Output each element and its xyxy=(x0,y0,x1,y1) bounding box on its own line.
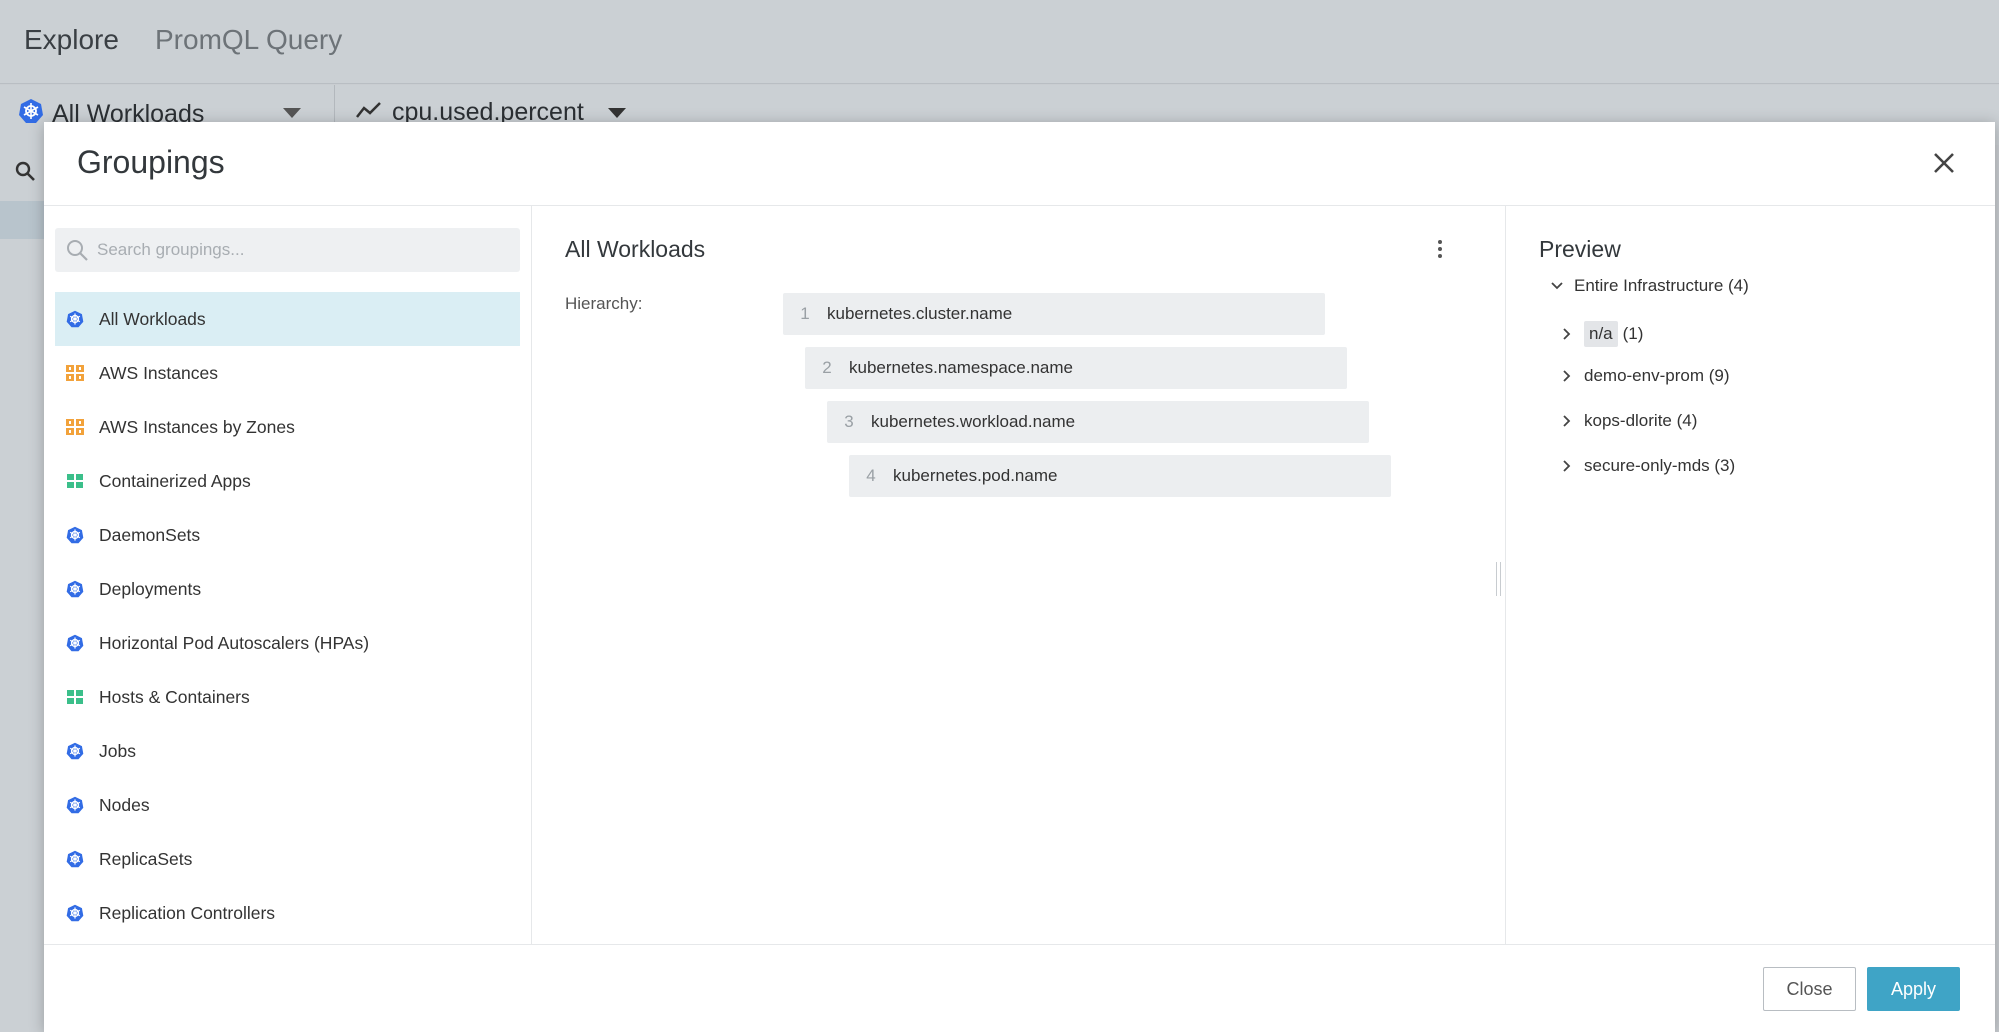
tree-node-label: Entire Infrastructure (4) xyxy=(1574,276,1749,295)
groupings-list-panel: All Workloads AWS Instances AWS Instances … xyxy=(44,206,532,944)
modal-header: Groupings xyxy=(44,122,1995,206)
container-icon xyxy=(65,687,85,707)
kubernetes-icon xyxy=(65,849,85,869)
kubernetes-icon xyxy=(65,525,85,545)
tree-node-child[interactable]: kops-dlorite (4) xyxy=(1560,411,1697,431)
kubernetes-icon xyxy=(65,903,85,923)
groupings-list: All Workloads AWS Instances AWS Instances … xyxy=(55,292,520,940)
grouping-item-label: Deployments xyxy=(99,578,202,599)
grouping-item-label: Nodes xyxy=(99,794,150,815)
kubernetes-icon xyxy=(65,309,85,329)
tab-explore[interactable]: Explore xyxy=(24,24,119,56)
grouping-item[interactable]: Deployments xyxy=(55,562,520,616)
apply-button[interactable]: Apply xyxy=(1867,967,1960,1011)
grouping-item[interactable]: Containerized Apps xyxy=(55,454,520,508)
preview-panel: Preview Entire Infrastructure (4) n/a (1)… xyxy=(1506,206,1995,944)
chevron-right-icon xyxy=(1560,369,1574,383)
preview-title: Preview xyxy=(1539,236,1621,262)
groupings-modal: Groupings All Workloads AWS Instances AWS … xyxy=(44,122,1995,1032)
grouping-item[interactable]: Jobs xyxy=(55,724,520,778)
search-groupings[interactable] xyxy=(55,228,520,272)
panel-resize-handle[interactable] xyxy=(1496,562,1501,596)
modal-title: Groupings xyxy=(77,144,225,180)
tree-node-child[interactable]: secure-only-mds (3) xyxy=(1560,456,1735,476)
kubernetes-icon xyxy=(65,579,85,599)
tree-node-child[interactable]: demo-env-prom (9) xyxy=(1560,366,1730,386)
chevron-down-icon xyxy=(1550,279,1564,293)
grouping-item-label: AWS Instances xyxy=(99,362,218,383)
grouping-item-label: All Workloads xyxy=(99,308,206,329)
grouping-item-label: Containerized Apps xyxy=(99,470,251,491)
close-icon[interactable] xyxy=(1931,150,1957,176)
hierarchy-label-text: kubernetes.cluster.name xyxy=(827,304,1013,323)
hierarchy-label-text: kubernetes.pod.name xyxy=(893,466,1058,485)
tree-node-count: (1) xyxy=(1622,324,1644,343)
search-input[interactable] xyxy=(97,240,497,260)
tree-node-root[interactable]: Entire Infrastructure (4) xyxy=(1550,276,1749,296)
chevron-down-icon[interactable] xyxy=(607,107,626,118)
aws-icon xyxy=(65,417,85,437)
more-options-icon[interactable] xyxy=(1435,240,1445,262)
grouping-item-label: DaemonSets xyxy=(99,524,201,545)
grouping-item-label: AWS Instances by Zones xyxy=(99,416,295,437)
app-top-bar: Explore PromQL Query xyxy=(0,0,1999,84)
grouping-item[interactable]: Nodes xyxy=(55,778,520,832)
left-rail-selected xyxy=(0,201,44,239)
close-button[interactable]: Close xyxy=(1763,967,1856,1011)
grouping-item[interactable]: Replication Controllers xyxy=(55,886,520,940)
kubernetes-icon xyxy=(65,795,85,815)
chevron-right-icon xyxy=(1560,414,1574,428)
hierarchy-number: 4 xyxy=(866,466,876,485)
hierarchy-item[interactable]: 3 kubernetes.workload.name xyxy=(827,401,1369,443)
grouping-item-label: Replication Controllers xyxy=(99,902,276,923)
tree-node-label: secure-only-mds (3) xyxy=(1584,456,1736,475)
kubernetes-icon xyxy=(18,98,44,131)
grouping-item[interactable]: AWS Instances by Zones xyxy=(55,400,520,454)
tree-node-label: demo-env-prom (9) xyxy=(1584,366,1730,385)
kubernetes-icon xyxy=(65,633,85,653)
modal-footer: Close Apply xyxy=(44,944,1995,1032)
chevron-right-icon xyxy=(1560,459,1574,473)
hierarchy-number: 2 xyxy=(822,358,832,377)
grouping-item[interactable]: AWS Instances xyxy=(55,346,520,400)
container-icon xyxy=(65,471,85,491)
hierarchy-item[interactable]: 2 kubernetes.namespace.name xyxy=(805,347,1347,389)
hierarchy-number: 3 xyxy=(844,412,854,431)
grouping-item-label: Jobs xyxy=(99,740,136,761)
detail-title: All Workloads xyxy=(565,236,706,262)
hierarchy-label-text: kubernetes.workload.name xyxy=(871,412,1076,431)
hierarchy-number: 1 xyxy=(800,304,810,323)
grouping-item[interactable]: All Workloads xyxy=(55,292,520,346)
grouping-item-label: ReplicaSets xyxy=(99,848,193,869)
kubernetes-icon xyxy=(65,741,85,761)
grouping-item-label: Horizontal Pod Autoscalers (HPAs) xyxy=(99,632,370,653)
grouping-item[interactable]: DaemonSets xyxy=(55,508,520,562)
grouping-item[interactable]: Horizontal Pod Autoscalers (HPAs) xyxy=(55,616,520,670)
hierarchy-item[interactable]: 4 kubernetes.pod.name xyxy=(849,455,1391,497)
chevron-right-icon xyxy=(1560,327,1574,341)
search-icon[interactable] xyxy=(14,160,36,187)
app-left-rail xyxy=(0,145,44,1032)
grouping-item[interactable]: Hosts & Containers xyxy=(55,670,520,724)
grouping-detail-panel: All Workloads Hierarchy: 1 kubernetes.clu… xyxy=(532,206,1506,944)
tree-node-tag: n/a xyxy=(1584,321,1618,347)
tab-promql-query[interactable]: PromQL Query xyxy=(155,24,342,56)
tree-node-label: kops-dlorite (4) xyxy=(1584,411,1698,430)
tree-node-child[interactable]: n/a (1) xyxy=(1560,321,1643,347)
hierarchy-label-text: kubernetes.namespace.name xyxy=(849,358,1073,377)
aws-icon xyxy=(65,363,85,383)
toolbar-divider xyxy=(334,85,335,123)
search-icon xyxy=(67,240,88,261)
hierarchy-item[interactable]: 1 kubernetes.cluster.name xyxy=(783,293,1325,335)
grouping-item[interactable]: ReplicaSets xyxy=(55,832,520,886)
grouping-item-label: Hosts & Containers xyxy=(99,686,250,707)
hierarchy-label: Hierarchy: xyxy=(565,294,643,313)
